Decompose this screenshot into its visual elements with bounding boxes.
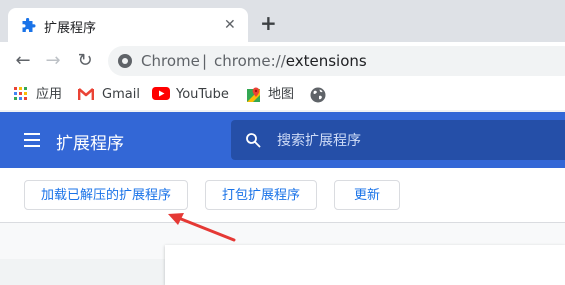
- gmail-icon: [78, 88, 94, 100]
- tab-strip: 扩展程序 ✕ +: [0, 0, 565, 42]
- back-button[interactable]: ←: [12, 50, 34, 72]
- page-title: 扩展程序: [56, 134, 124, 154]
- extension-card: [165, 245, 565, 285]
- extensions-header: 扩展程序: [0, 112, 565, 168]
- hamburger-menu-icon[interactable]: [24, 133, 40, 147]
- bookmark-globe[interactable]: [310, 86, 328, 104]
- bookmark-label: YouTube: [176, 87, 229, 102]
- chrome-site-icon: [118, 54, 132, 68]
- url-path: extensions: [285, 52, 367, 70]
- globe-icon: [310, 87, 326, 103]
- maps-pin-icon: [247, 87, 260, 102]
- load-unpacked-button[interactable]: 加载已解压的扩展程序: [24, 180, 188, 210]
- toolbar: ← → ↻ Chrome | chrome://extensions: [0, 42, 565, 80]
- puzzle-piece-icon: [22, 18, 36, 32]
- bookmark-apps[interactable]: 应用: [14, 86, 64, 104]
- close-tab-icon[interactable]: ✕: [224, 16, 236, 34]
- url-text: chrome://extensions: [214, 52, 367, 70]
- url-scheme: chrome://: [214, 52, 286, 70]
- bookmark-label: Gmail: [102, 87, 140, 102]
- forward-button[interactable]: →: [42, 50, 64, 72]
- bookmark-maps[interactable]: 地图: [246, 86, 298, 104]
- reload-button[interactable]: ↻: [74, 50, 96, 72]
- omnibox-separator: |: [202, 52, 208, 70]
- bookmark-youtube[interactable]: YouTube: [152, 86, 232, 104]
- bookmark-label: 应用: [36, 87, 63, 102]
- bookmarks-bar: 应用 Gmail YouTube 地图: [0, 80, 565, 110]
- search-bar[interactable]: [231, 120, 565, 160]
- new-tab-button[interactable]: +: [260, 13, 277, 33]
- pack-extension-button[interactable]: 打包扩展程序: [205, 180, 317, 210]
- tab-title: 扩展程序: [44, 21, 97, 36]
- site-label: Chrome: [141, 52, 200, 70]
- annotation-arrow: [168, 213, 236, 242]
- bookmark-label: 地图: [268, 87, 295, 102]
- search-icon: [246, 133, 261, 148]
- address-bar[interactable]: Chrome | chrome://extensions: [108, 46, 565, 76]
- update-button[interactable]: 更新: [334, 180, 400, 210]
- extensions-content: [0, 223, 565, 285]
- search-input[interactable]: [275, 130, 539, 152]
- action-bar: 加载已解压的扩展程序 打包扩展程序 更新: [0, 168, 565, 223]
- apps-grid-icon: [14, 87, 29, 102]
- tab-extensions[interactable]: 扩展程序 ✕: [8, 8, 248, 42]
- bookmark-gmail[interactable]: Gmail: [78, 86, 140, 104]
- youtube-icon: [152, 87, 170, 100]
